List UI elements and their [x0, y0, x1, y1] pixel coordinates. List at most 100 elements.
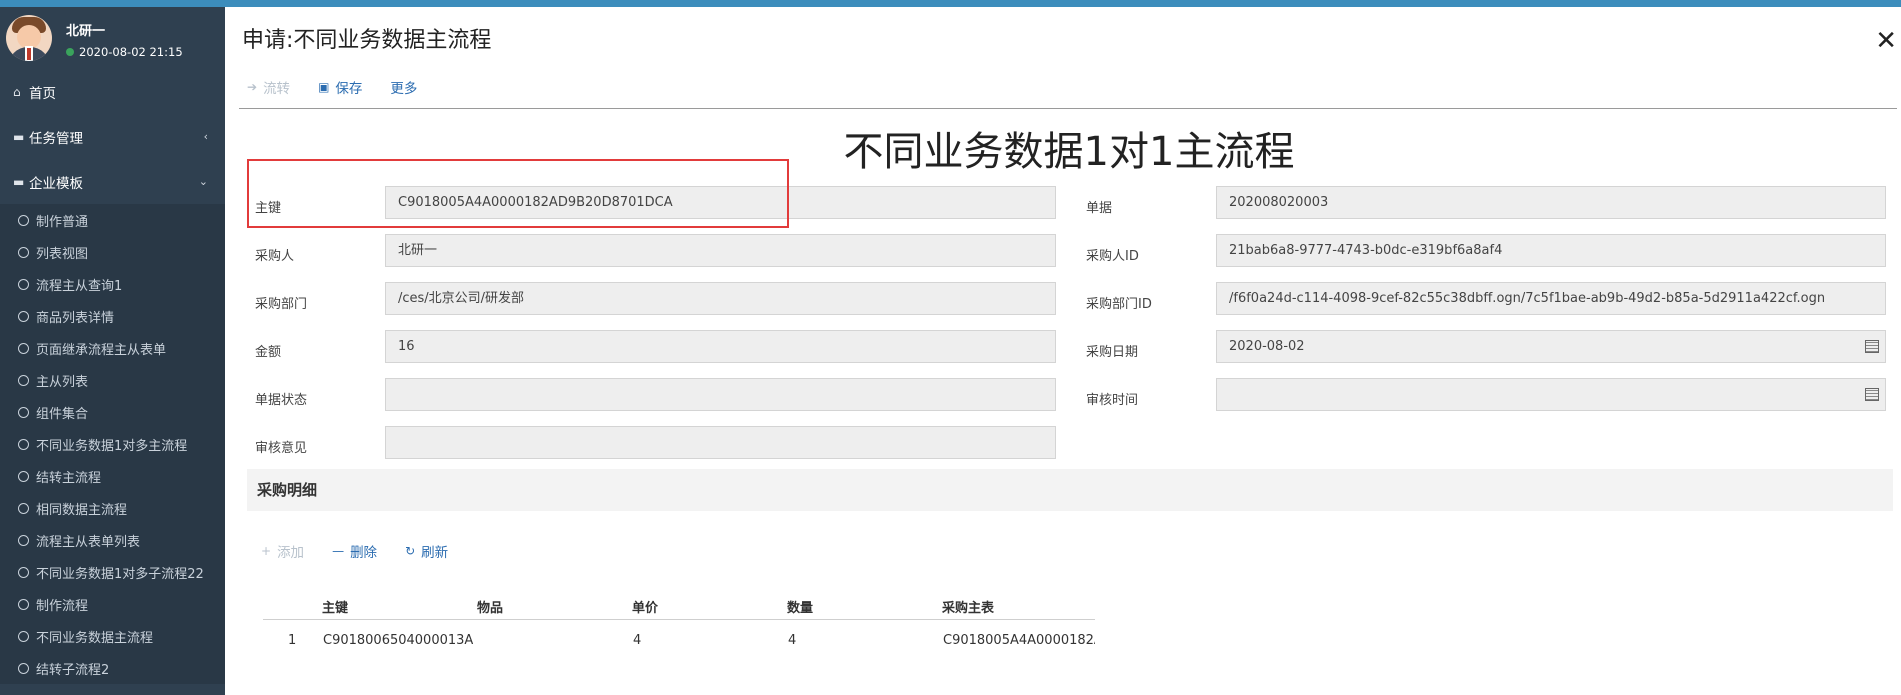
login-timestamp: 2020-08-02 21:15	[79, 45, 183, 59]
purchase-date-input[interactable]: 2020-08-02	[1216, 330, 1886, 363]
sidebar: 北研一 2020-08-02 21:15 ⌂ 首页 ▬ 任务管理 ‹ ▬ 企业模…	[0, 7, 225, 695]
close-icon[interactable]: ✕	[1875, 28, 1897, 54]
sidebar-item-label: 企业模板	[29, 175, 83, 192]
refresh-button[interactable]: ↻ 刷新	[405, 541, 448, 561]
field-label-purchase-date: 采购日期	[1086, 345, 1139, 360]
sidebar-subitem[interactable]: 不同业务数据1对多主流程	[0, 428, 225, 460]
online-status-icon	[66, 48, 74, 56]
circle-icon	[18, 470, 29, 482]
circle-icon	[18, 438, 29, 450]
column-header-master[interactable]: 采购主表	[942, 597, 994, 616]
form-title: 不同业务数据1对1主流程	[843, 129, 1295, 175]
row-index: 1	[288, 633, 297, 648]
table-header: 主键 物品 单价 数量 采购主表	[263, 592, 1095, 620]
sidebar-subitem[interactable]: 不同业务数据1对多子流程22	[0, 556, 225, 588]
field-label-department-id: 采购部门ID	[1086, 297, 1152, 312]
detail-toolbar: + 添加 — 删除 ↻ 刷新	[261, 541, 448, 561]
circle-icon	[18, 374, 29, 386]
sidebar-item-label: 任务管理	[29, 130, 83, 147]
circle-icon	[18, 310, 29, 322]
sidebar-subitem[interactable]: 制作普通	[0, 204, 225, 236]
page-title: 申请:不同业务数据主流程	[242, 28, 492, 53]
circle-icon	[18, 534, 29, 546]
cell-key[interactable]: C9018006504000013AEF	[323, 633, 473, 648]
main-panel: 申请:不同业务数据主流程 ✕ ➔ 流转 ▣ 保存 更多 不同业务数据1对1主流程…	[225, 7, 1901, 695]
save-button[interactable]: ▣ 保存	[318, 77, 362, 97]
arrow-right-icon: ➔	[247, 80, 258, 94]
circle-icon	[18, 662, 29, 674]
field-label-department: 采购部门	[255, 297, 308, 312]
review-comment-input[interactable]	[385, 426, 1056, 459]
sidebar-item-enterprise-template[interactable]: ▬ 企业模板 ⌄	[0, 159, 225, 204]
field-label-doc-status: 单据状态	[255, 393, 308, 408]
sidebar-subitem[interactable]: 主从列表	[0, 364, 225, 396]
cell-price[interactable]: 4	[633, 633, 641, 648]
user-profile: 北研一 2020-08-02 21:15	[0, 7, 225, 69]
form-toolbar: ➔ 流转 ▣ 保存 更多	[247, 77, 417, 97]
purchaser-input[interactable]: 北研一	[385, 234, 1056, 267]
sidebar-subitem[interactable]: 不同业务数据主流程	[0, 620, 225, 652]
sidebar-subitem[interactable]: 制作流程	[0, 588, 225, 620]
minus-icon: —	[332, 544, 345, 558]
purchaser-id-input[interactable]: 21bab6a8-9777-4743-b0dc-e319bf6a8af4	[1216, 234, 1886, 267]
column-header-qty[interactable]: 数量	[787, 597, 813, 616]
folder-icon: ▬	[13, 129, 25, 144]
user-status: 2020-08-02 21:15	[66, 45, 183, 59]
column-header-price[interactable]: 单价	[632, 597, 658, 616]
sidebar-subitem[interactable]: 商品列表详情	[0, 300, 225, 332]
field-label-purchaser-id: 采购人ID	[1086, 249, 1139, 264]
circle-icon	[18, 342, 29, 354]
folder-open-icon: ▬	[13, 174, 25, 189]
floppy-icon: ▣	[318, 80, 330, 94]
sidebar-subitem[interactable]: 列表视图	[0, 236, 225, 268]
sidebar-item-label: 首页	[29, 85, 56, 102]
circle-icon	[18, 630, 29, 642]
department-id-input[interactable]: /f6f0a24d-c114-4098-9cef-82c55c38dbff.og…	[1216, 282, 1886, 315]
table-row[interactable]: 1 C9018006504000013AEF 4 4 C9018005A4A00…	[263, 620, 1095, 660]
sidebar-subitem[interactable]: 结转主流程	[0, 460, 225, 492]
delete-row-button[interactable]: — 删除	[332, 541, 377, 561]
calendar-icon[interactable]	[1865, 340, 1879, 353]
field-label-review-comment: 审核意见	[255, 441, 308, 456]
amount-input[interactable]: 16	[385, 330, 1056, 363]
cell-master[interactable]: C9018005A4A0000182AI	[943, 633, 1095, 648]
chevron-left-icon: ‹	[203, 130, 208, 143]
field-label-purchaser: 采购人	[255, 249, 295, 264]
refresh-icon: ↻	[405, 544, 416, 558]
more-button[interactable]: 更多	[390, 77, 417, 97]
add-row-button[interactable]: + 添加	[261, 541, 304, 561]
field-label-doc: 单据	[1086, 201, 1113, 216]
doc-number-input[interactable]: 202008020003	[1216, 186, 1886, 219]
detail-section-header: 采购明细	[247, 469, 1893, 511]
review-time-input[interactable]	[1216, 378, 1886, 411]
sidebar-item-task-management[interactable]: ▬ 任务管理 ‹	[0, 114, 225, 159]
doc-status-input[interactable]	[385, 378, 1056, 411]
circle-icon	[18, 278, 29, 290]
avatar[interactable]	[6, 15, 52, 61]
toolbar-divider	[239, 108, 1897, 109]
sidebar-subitem[interactable]: 流程主从表单列表	[0, 524, 225, 556]
calendar-icon[interactable]	[1865, 388, 1879, 401]
circle-icon	[18, 214, 29, 226]
department-input[interactable]: /ces/北京公司/研发部	[385, 282, 1056, 315]
field-label-amount: 金额	[255, 345, 282, 360]
flow-button[interactable]: ➔ 流转	[247, 77, 290, 97]
sidebar-subitem[interactable]: 结转子流程2	[0, 652, 225, 684]
sidebar-subitem[interactable]: 流程主从查询1	[0, 268, 225, 300]
circle-icon	[18, 246, 29, 258]
plus-icon: +	[261, 544, 272, 558]
column-header-key[interactable]: 主键	[322, 597, 348, 616]
sidebar-subitem[interactable]: 页面继承流程主从表单	[0, 332, 225, 364]
circle-icon	[18, 502, 29, 514]
top-accent-bar	[0, 0, 1901, 7]
field-label-review-time: 审核时间	[1086, 393, 1139, 408]
cell-qty[interactable]: 4	[788, 633, 796, 648]
detail-table: 主键 物品 单价 数量 采购主表 1 C9018006504000013AEF …	[263, 592, 1095, 660]
sidebar-item-home[interactable]: ⌂ 首页	[0, 69, 225, 114]
highlight-annotation-box	[247, 159, 789, 228]
sidebar-subitem[interactable]: 组件集合	[0, 396, 225, 428]
circle-icon	[18, 598, 29, 610]
chevron-down-icon: ⌄	[198, 175, 208, 188]
sidebar-subitem[interactable]: 相同数据主流程	[0, 492, 225, 524]
column-header-item[interactable]: 物品	[477, 597, 503, 616]
